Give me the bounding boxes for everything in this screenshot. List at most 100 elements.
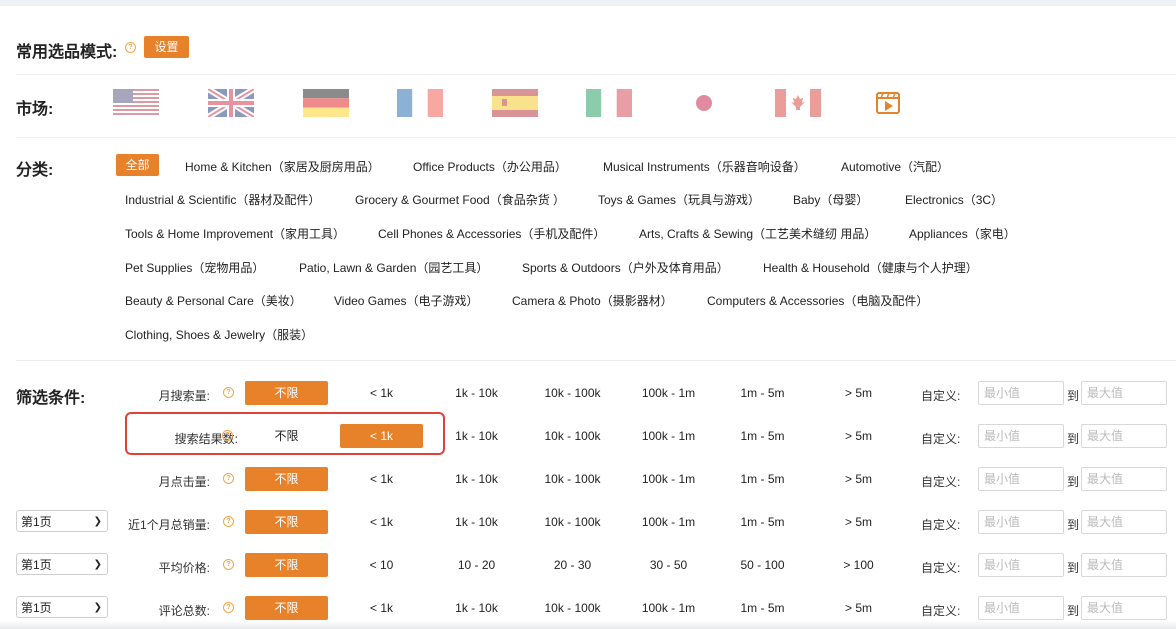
category-item[interactable]: Tools & Home Improvement（家用工具）: [125, 225, 345, 242]
filter-option[interactable]: 100k - 1m: [627, 424, 710, 448]
category-item[interactable]: Pet Supplies（宠物用品）: [125, 259, 264, 276]
category-item[interactable]: Automotive（汽配）: [841, 158, 949, 175]
bottom-shadow: [0, 620, 1176, 629]
market-label: 市场:: [16, 101, 54, 118]
category-item[interactable]: Home & Kitchen（家居及厨房用品）: [185, 158, 380, 175]
filter-option[interactable]: 10k - 100k: [531, 510, 614, 534]
filter-option[interactable]: < 1k: [340, 467, 423, 491]
it-flag-icon[interactable]: [586, 89, 632, 117]
filter-option[interactable]: 不限: [245, 381, 328, 405]
category-item[interactable]: Computers & Accessories（电脑及配件）: [707, 292, 928, 309]
category-item[interactable]: Beauty & Personal Care（美妆）: [125, 292, 302, 309]
min-value-input[interactable]: 最小值: [978, 424, 1064, 448]
filter-option[interactable]: < 1k: [340, 510, 423, 534]
page-select[interactable]: 第1页 ❯: [16, 596, 108, 618]
help-icon[interactable]: ?: [125, 42, 136, 53]
filter-option[interactable]: 50 - 100: [721, 553, 804, 577]
max-value-input[interactable]: 最大值: [1081, 424, 1167, 448]
filter-option[interactable]: > 5m: [817, 596, 900, 620]
filter-option[interactable]: 30 - 50: [627, 553, 710, 577]
filter-option[interactable]: 100k - 1m: [627, 596, 710, 620]
help-icon[interactable]: ?: [223, 559, 234, 570]
de-flag-icon[interactable]: [303, 89, 349, 117]
filter-option[interactable]: 100k - 1m: [627, 381, 710, 405]
category-item[interactable]: Baby（母婴）: [793, 191, 868, 208]
ca-flag-icon[interactable]: [775, 89, 821, 117]
filter-option[interactable]: > 100: [817, 553, 900, 577]
filter-option[interactable]: 1k - 10k: [435, 467, 518, 491]
filter-option[interactable]: 10k - 100k: [531, 467, 614, 491]
filter-option[interactable]: < 1k: [340, 381, 423, 405]
filter-option[interactable]: 10k - 100k: [531, 596, 614, 620]
category-item[interactable]: Cell Phones & Accessories（手机及配件）: [378, 225, 605, 242]
category-item[interactable]: Clothing, Shoes & Jewelry（服装）: [125, 326, 313, 343]
custom-label: 自定义:: [921, 432, 961, 446]
filter-option[interactable]: 20 - 30: [531, 553, 614, 577]
uk-flag-icon[interactable]: [208, 89, 254, 117]
page-select[interactable]: 第1页 ❯: [16, 553, 108, 575]
filter-option[interactable]: 1m - 5m: [721, 424, 804, 448]
filter-option[interactable]: 10k - 100k: [531, 381, 614, 405]
category-item[interactable]: Appliances（家电）: [909, 225, 1016, 242]
filter-option[interactable]: 1m - 5m: [721, 596, 804, 620]
divider: [16, 137, 1176, 138]
to-label: 到: [1067, 561, 1080, 575]
fr-flag-icon[interactable]: [397, 89, 443, 117]
filter-option[interactable]: 不限: [245, 596, 328, 620]
min-value-input[interactable]: 最小值: [978, 596, 1064, 620]
category-item[interactable]: Musical Instruments（乐器音响设备）: [603, 158, 806, 175]
us-flag-icon[interactable]: [113, 89, 159, 117]
category-item[interactable]: Industrial & Scientific（器材及配件）: [125, 191, 320, 208]
filter-option[interactable]: 不限: [245, 510, 328, 534]
jp-flag-icon[interactable]: [681, 89, 727, 117]
settings-button[interactable]: 设置: [144, 36, 189, 58]
help-icon[interactable]: ?: [223, 516, 234, 527]
filter-option[interactable]: 1k - 10k: [435, 596, 518, 620]
min-value-input[interactable]: 最小值: [978, 381, 1064, 405]
filter-option[interactable]: 100k - 1m: [627, 510, 710, 534]
category-item[interactable]: Electronics（3C）: [905, 191, 1003, 208]
max-value-input[interactable]: 最大值: [1081, 467, 1167, 491]
filter-option[interactable]: 1m - 5m: [721, 381, 804, 405]
category-item[interactable]: Camera & Photo（摄影器材）: [512, 292, 673, 309]
category-item[interactable]: Sports & Outdoors（户外及体育用品）: [522, 259, 729, 276]
page-select[interactable]: 第1页 ❯: [16, 510, 108, 532]
video-icon[interactable]: [874, 89, 902, 117]
filter-option[interactable]: 1k - 10k: [435, 381, 518, 405]
help-icon[interactable]: ?: [223, 387, 234, 398]
es-flag-icon[interactable]: [492, 89, 538, 117]
custom-label: 自定义:: [921, 518, 961, 532]
max-value-input[interactable]: 最大值: [1081, 510, 1167, 534]
filter-option[interactable]: < 1k: [340, 596, 423, 620]
filter-option[interactable]: 10 - 20: [435, 553, 518, 577]
filter-option[interactable]: > 5m: [817, 510, 900, 534]
category-item[interactable]: Health & Household（健康与个人护理）: [763, 259, 978, 276]
filter-option[interactable]: 1m - 5m: [721, 510, 804, 534]
min-value-input[interactable]: 最小值: [978, 467, 1064, 491]
filter-option[interactable]: 1k - 10k: [435, 424, 518, 448]
filter-option[interactable]: 10k - 100k: [531, 424, 614, 448]
max-value-input[interactable]: 最大值: [1081, 596, 1167, 620]
filter-option[interactable]: > 5m: [817, 467, 900, 491]
help-icon[interactable]: ?: [223, 473, 234, 484]
min-value-input[interactable]: 最小值: [978, 553, 1064, 577]
filter-option[interactable]: < 10: [340, 553, 423, 577]
category-item[interactable]: Office Products（办公用品）: [413, 158, 567, 175]
category-all-button[interactable]: 全部: [116, 154, 159, 176]
category-item[interactable]: Arts, Crafts & Sewing（工艺美术缝纫 用品）: [639, 225, 876, 242]
filter-option[interactable]: 100k - 1m: [627, 467, 710, 491]
filter-option[interactable]: > 5m: [817, 381, 900, 405]
help-icon[interactable]: ?: [223, 602, 234, 613]
filter-option[interactable]: 1k - 10k: [435, 510, 518, 534]
filter-option[interactable]: 1m - 5m: [721, 467, 804, 491]
filter-option[interactable]: 不限: [245, 553, 328, 577]
category-item[interactable]: Toys & Games（玩具与游戏）: [598, 191, 760, 208]
min-value-input[interactable]: 最小值: [978, 510, 1064, 534]
category-item[interactable]: Patio, Lawn & Garden（园艺工具）: [299, 259, 488, 276]
max-value-input[interactable]: 最大值: [1081, 553, 1167, 577]
filter-option[interactable]: 不限: [245, 467, 328, 491]
max-value-input[interactable]: 最大值: [1081, 381, 1167, 405]
category-item[interactable]: Grocery & Gourmet Food（食品杂货 ）: [355, 191, 565, 208]
category-item[interactable]: Video Games（电子游戏）: [334, 292, 479, 309]
filter-option[interactable]: > 5m: [817, 424, 900, 448]
